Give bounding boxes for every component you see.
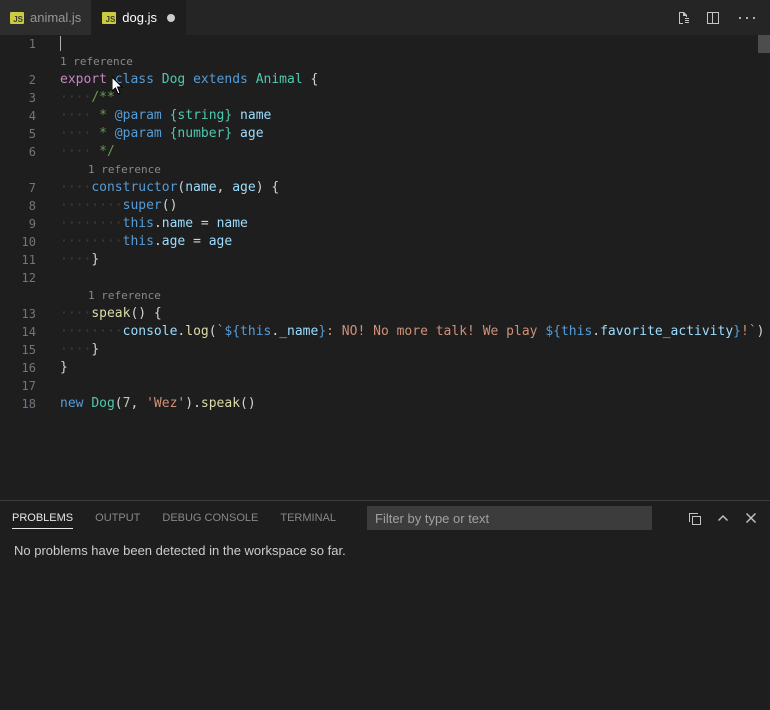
codelens-class[interactable]: 1 reference [60,53,770,71]
tab-label: animal.js [30,10,81,25]
tab-dog-js[interactable]: JS dog.js [92,0,186,35]
problems-empty-message: No problems have been detected in the wo… [0,535,770,566]
code-editor[interactable]: 1 2 3 4 5 6 7 8 9 10 11 12 13 14 15 16 1… [0,35,770,500]
line-number-gutter: 1 2 3 4 5 6 7 8 9 10 11 12 13 14 15 16 1… [0,35,48,413]
codelens-constructor[interactable]: 1 reference [60,161,770,179]
tab-label: dog.js [122,10,157,25]
js-file-icon: JS [10,12,24,24]
js-file-icon: JS [102,12,116,24]
unsaved-indicator-icon [167,14,175,22]
bottom-panel: PROBLEMS OUTPUT DEBUG CONSOLE TERMINAL N… [0,500,770,710]
text-cursor [60,36,61,51]
panel-tab-problems[interactable]: PROBLEMS [12,508,73,529]
tab-bar-actions: ··· [675,0,770,35]
more-actions-icon[interactable]: ··· [735,7,760,28]
panel-tab-terminal[interactable]: TERMINAL [280,508,336,528]
panel-tab-bar: PROBLEMS OUTPUT DEBUG CONSOLE TERMINAL [0,501,770,535]
compare-changes-icon[interactable] [675,10,691,26]
editor-tab-bar: JS animal.js JS dog.js ··· [0,0,770,35]
split-editor-icon[interactable] [705,10,721,26]
codelens-speak[interactable]: 1 reference [60,287,770,305]
close-panel-icon[interactable] [744,511,758,525]
collapse-all-icon[interactable] [686,510,702,526]
code-content[interactable]: 1 reference export class Dog extends Ani… [60,35,770,413]
tab-animal-js[interactable]: JS animal.js [0,0,92,35]
chevron-up-icon[interactable] [716,511,730,525]
panel-tab-output[interactable]: OUTPUT [95,508,140,528]
problems-filter-input[interactable] [367,506,652,530]
panel-tab-debug-console[interactable]: DEBUG CONSOLE [162,508,258,528]
